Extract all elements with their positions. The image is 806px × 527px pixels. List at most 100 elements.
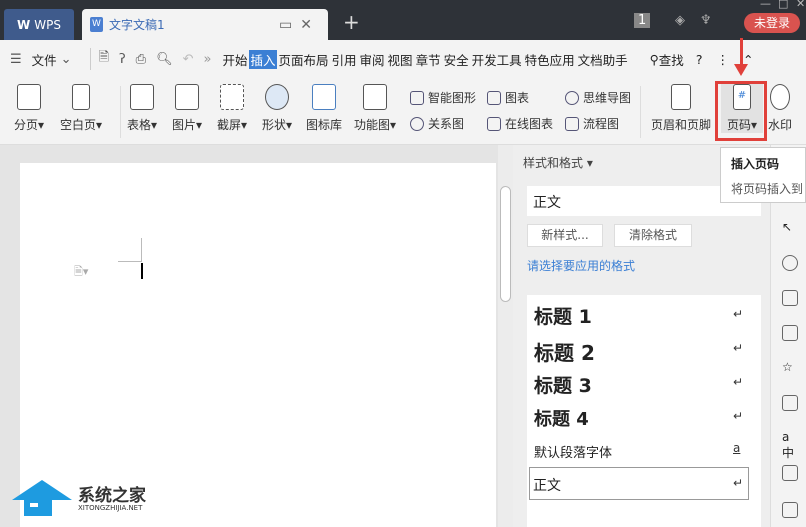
more-icon[interactable]: » [204,52,212,67]
undo-icon[interactable]: ↶ [183,52,194,67]
chart-button[interactable]: 图表 [487,89,529,106]
print-preview-icon[interactable]: 🔍︎ [156,52,173,67]
maximize-icon[interactable]: □ [778,0,788,10]
help-icon[interactable]: ? [696,52,703,67]
relation-chart-button[interactable]: 关系图 [410,115,464,132]
archive-icon[interactable] [782,465,798,481]
menu-doc-assistant[interactable]: 文档助手 [577,50,629,69]
flowchart-icon [565,116,579,131]
new-style-button[interactable]: 新样式... [527,224,603,247]
picture-icon [175,84,200,110]
shape-button[interactable]: 形状▾ [262,84,292,133]
header-footer-button[interactable]: 页眉和页脚 [651,84,711,133]
icon-library-button[interactable]: 图标库 [306,84,342,133]
file-menu[interactable]: 文件 [32,50,57,69]
label: 智能图形 [428,91,477,105]
menu-page-layout[interactable]: 页面布局 [278,50,330,69]
minimize-icon[interactable]: — [760,0,771,10]
label: 流程图 [583,117,620,131]
label: 空白页 [60,118,97,132]
clear-format-button[interactable]: 清除格式 [614,224,692,247]
more-options-icon[interactable]: ⋮ [716,52,729,67]
style-heading-1[interactable]: 标题 1 [534,302,592,329]
close-tab-icon[interactable]: ▭✕ [279,17,320,33]
watermark-button[interactable]: 水印 [768,84,792,133]
table-button[interactable]: 表格▾ [127,84,157,133]
insert-ribbon: 分页▾ 空白页▾ 表格▾ 图片▾ 截屏▾ 形状▾ 图标库 功能图▾ 智能图形 关… [0,78,806,145]
function-chart-button[interactable]: 功能图▾ [354,84,396,133]
share-icon[interactable] [782,395,798,411]
label: 页眉和页脚 [651,118,712,132]
shirt-icon[interactable]: ♆ [700,13,712,28]
image-icon[interactable] [782,502,798,518]
menu-home[interactable]: 开始 [221,50,248,69]
shapes-icon[interactable] [782,255,798,271]
page-break-button[interactable]: 分页▾ [14,84,44,133]
select-cursor-icon[interactable]: ↖ [782,220,798,236]
screenshot-button[interactable]: 截屏▾ [217,84,247,133]
style-heading-3[interactable]: 标题 3 [534,371,592,398]
house-logo-icon [12,480,72,516]
style-default-font[interactable]: 默认段落字体 [534,442,612,461]
label: 图片 [172,118,197,132]
relation-chart-icon [410,116,424,131]
panel-title[interactable]: 样式和格式 ▾ [523,154,593,171]
document-tab-label: 文字文稿1 [109,18,165,32]
watermark-url: XITONGZHIJIA.NET [78,504,143,512]
paragraph-options-icon[interactable]: 🗎▾ [74,263,88,282]
menu-review[interactable]: 审阅 [359,50,386,69]
translate-icon[interactable]: a中 [782,430,798,460]
style-body-text[interactable]: 正文 [529,467,749,500]
label: 分页 [14,118,39,132]
gallery-icon[interactable] [782,325,798,341]
menu-section[interactable]: 章节 [415,50,442,69]
star-icon[interactable]: ☆ [782,360,798,376]
divider [89,48,91,70]
table-icon [130,84,155,110]
online-chart-button[interactable]: 在线图表 [487,115,553,132]
shape-icon [265,84,290,110]
skin-icon[interactable]: ◈ [675,13,685,28]
menu-view[interactable]: 视图 [387,50,414,69]
flowchart-button[interactable]: 流程图 [565,115,619,132]
menu-insert[interactable]: 插入 [249,49,277,69]
menu-security[interactable]: 安全 [443,50,470,69]
paragraph-mark-icon: ↵ [733,476,744,490]
close-window-icon[interactable]: ✕ [796,0,805,10]
wps-home-tab[interactable]: W WPS [4,9,74,40]
label: 截屏 [217,118,242,132]
screenshot-icon [220,84,245,110]
style-heading-4[interactable]: 标题 4 [534,405,589,431]
icon-library-icon [312,84,336,110]
document-page[interactable]: 🗎▾ [20,163,496,527]
blank-page-icon [72,84,91,110]
document-tab[interactable]: W 文字文稿1 ▭✕ [82,9,328,40]
picture-button[interactable]: 图片▾ [172,84,202,133]
format-painter-icon[interactable]: ʔ [119,52,126,67]
mind-map-button[interactable]: 思维导图 [565,89,631,106]
new-tab-button[interactable]: + [343,10,360,34]
watermark-name: 系统之家 [78,486,146,506]
menu-references[interactable]: 引用 [331,50,358,69]
label: 关系图 [428,117,465,131]
blank-page-button[interactable]: 空白页▾ [60,84,102,133]
style-heading-2[interactable]: 标题 2 [534,337,595,366]
search-button[interactable]: 查找 [659,50,684,69]
chevron-down-icon[interactable]: ⌄ [61,52,72,67]
search-icon[interactable]: ⚲ [650,52,659,67]
login-button[interactable]: 未登录 [744,13,800,33]
watermark-icon [770,84,790,110]
window-count-badge[interactable]: 1 [634,13,651,28]
label: 图表 [505,91,530,105]
menu-special[interactable]: 特色应用 [524,50,576,69]
paragraph-mark-icon: ↵ [733,409,744,423]
menu-developer[interactable]: 开发工具 [471,50,523,69]
scrollbar-thumb[interactable] [500,186,511,302]
save-icon[interactable]: 🗎 [99,48,109,70]
hamburger-icon[interactable]: ☰ [10,52,22,67]
smart-art-button[interactable]: 智能图形 [410,89,476,106]
print-icon[interactable]: ⎙ [136,52,146,67]
adjust-icon[interactable] [782,290,798,306]
online-chart-icon [487,116,501,131]
smart-art-icon [410,90,424,105]
